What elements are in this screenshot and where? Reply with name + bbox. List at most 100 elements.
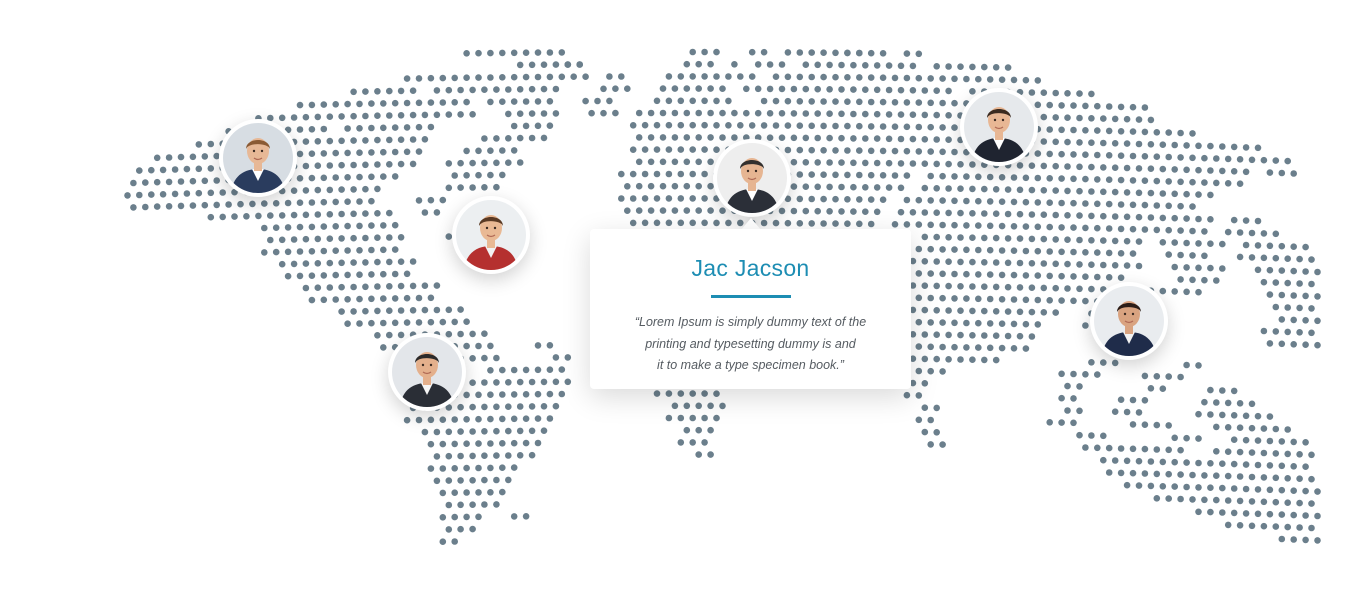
map-dot <box>302 113 310 121</box>
map-dot <box>1224 228 1232 236</box>
map-dot <box>986 295 994 303</box>
map-dot <box>1165 202 1172 210</box>
map-dot <box>1242 241 1250 249</box>
map-dot <box>1224 472 1232 480</box>
map-dot <box>701 73 708 80</box>
map-dot <box>463 391 470 399</box>
map-dot <box>1016 284 1024 291</box>
map-dot <box>1177 154 1184 161</box>
map-dot <box>1016 308 1024 316</box>
map-dot <box>475 415 482 423</box>
map-dot <box>1052 236 1059 243</box>
map-dot <box>992 308 1000 315</box>
map-dot <box>969 210 976 217</box>
map-dot <box>951 148 958 156</box>
avatar-north-america-west[interactable] <box>219 119 297 197</box>
map-dot <box>844 49 851 57</box>
map-dot <box>1278 340 1286 348</box>
map-dot <box>374 234 381 241</box>
map-dot <box>933 136 940 143</box>
map-dot <box>963 197 970 205</box>
avatar-south-america[interactable] <box>388 333 466 411</box>
map-dot <box>665 121 673 129</box>
map-dot <box>659 182 667 190</box>
map-dot <box>1242 144 1250 151</box>
avatar-russia[interactable] <box>960 88 1038 166</box>
map-dot <box>1064 285 1071 292</box>
map-dot <box>457 111 464 118</box>
map-dot <box>1141 201 1149 209</box>
map-dot <box>713 390 720 398</box>
person-portrait-icon <box>456 200 526 270</box>
map-dot <box>701 219 708 227</box>
map-dot <box>1290 463 1297 470</box>
map-dot <box>1100 212 1107 220</box>
map-dot <box>873 86 881 94</box>
map-dot <box>302 187 310 194</box>
map-dot <box>368 222 375 229</box>
map-dot <box>1224 448 1232 456</box>
map-dot <box>1082 175 1089 183</box>
map-dot <box>927 245 934 253</box>
map-dot <box>731 134 738 141</box>
map-dot <box>1100 456 1107 464</box>
map-dot <box>897 62 905 70</box>
map-dot <box>1213 399 1220 406</box>
map-dot <box>314 138 322 145</box>
map-dot <box>1111 408 1119 416</box>
map-dot <box>986 222 994 230</box>
map-dot <box>1248 424 1256 432</box>
map-dot <box>820 195 827 203</box>
map-dot <box>957 161 964 168</box>
map-dot <box>463 74 470 81</box>
map-dot <box>320 223 328 230</box>
map-dot <box>1123 115 1131 123</box>
map-dot <box>862 208 869 215</box>
map-dot <box>1070 224 1077 231</box>
map-dot <box>963 319 970 327</box>
map-dot <box>927 343 934 351</box>
map-dot <box>784 73 792 81</box>
map-dot <box>1290 487 1297 495</box>
map-dot <box>1284 426 1291 433</box>
map-dot <box>344 125 351 132</box>
map-dot <box>374 88 381 95</box>
quote-line: “Lorem Ipsum is simply dummy text of the <box>634 315 867 329</box>
map-dot <box>1195 459 1202 467</box>
map-dot <box>457 306 464 313</box>
map-dot <box>1296 475 1303 483</box>
map-dot <box>1195 215 1202 223</box>
map-dot <box>481 330 488 338</box>
avatar-north-america-east[interactable] <box>452 196 530 274</box>
map-dot <box>1105 152 1113 159</box>
map-dot <box>808 73 815 81</box>
map-dot <box>487 489 494 496</box>
map-dot <box>421 306 429 314</box>
map-dot <box>939 99 946 107</box>
map-dot <box>808 98 815 105</box>
map-dot <box>1141 153 1149 160</box>
map-dot <box>445 330 453 338</box>
map-dot <box>986 198 994 205</box>
map-dot <box>689 390 696 397</box>
map-dot <box>564 61 572 68</box>
map-dot <box>1058 370 1065 378</box>
map-dot <box>302 162 310 170</box>
map-dot <box>1123 457 1131 465</box>
map-dot <box>469 477 476 484</box>
map-dot <box>1088 261 1095 269</box>
map-dot <box>374 258 381 266</box>
map-dot <box>201 153 209 160</box>
avatar-asia[interactable] <box>1090 282 1168 360</box>
map-dot <box>1022 320 1030 328</box>
map-dot <box>1058 199 1065 207</box>
avatar-europe-featured[interactable] <box>713 139 791 217</box>
map-dot <box>701 97 708 105</box>
map-dot <box>820 73 827 81</box>
map-dot <box>915 123 923 131</box>
map-dot <box>171 166 179 173</box>
map-dot <box>326 235 334 242</box>
map-dot <box>463 50 470 57</box>
map-dot <box>308 248 316 255</box>
map-dot <box>802 159 810 166</box>
